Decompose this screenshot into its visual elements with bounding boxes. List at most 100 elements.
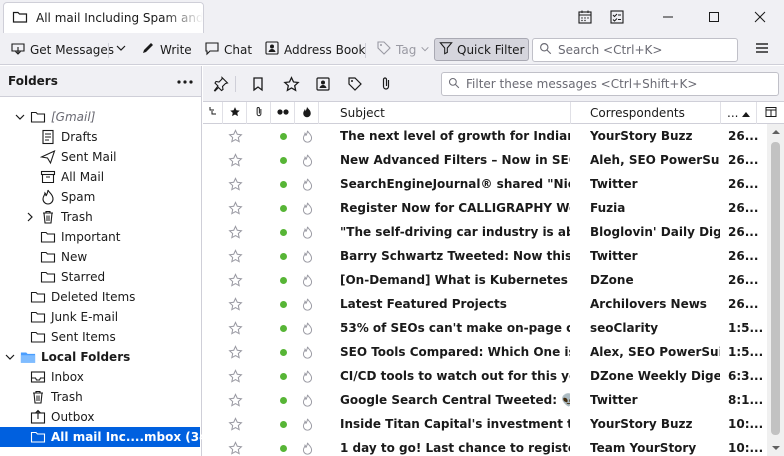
junk-status-icon[interactable] [299, 388, 315, 412]
column-subject[interactable]: Subject [319, 102, 571, 124]
junk-status-icon[interactable] [299, 364, 315, 388]
chat-button[interactable]: Chat [200, 38, 256, 61]
star-icon[interactable] [225, 388, 245, 412]
star-icon[interactable] [225, 220, 245, 244]
junk-status-icon[interactable] [299, 292, 315, 316]
get-messages-button[interactable]: Get Messages [6, 38, 118, 61]
message-row[interactable]: Register Now for CALLIGRAPHY Work... Fuzi… [203, 196, 767, 220]
folder-item[interactable]: Trash [0, 387, 200, 407]
message-row[interactable]: [On-Demand] What is Kubernetes secu... DZ… [203, 268, 767, 292]
unread-filter-icon[interactable] [248, 74, 268, 94]
unread-dot-icon[interactable] [277, 412, 289, 436]
scroll-thumb[interactable] [771, 142, 780, 435]
star-icon[interactable] [225, 292, 245, 316]
main-tab[interactable]: All mail Including Spam and Tra [3, 2, 204, 33]
folder-item[interactable]: Outbox [0, 407, 200, 427]
star-icon[interactable] [225, 268, 245, 292]
junk-status-icon[interactable] [299, 124, 315, 148]
column-picker[interactable] [757, 102, 784, 124]
star-icon[interactable] [225, 244, 245, 268]
maximize-icon[interactable] [706, 9, 722, 25]
folder-item[interactable]: [Gmail] [0, 107, 200, 127]
attachment-filter-icon[interactable] [376, 74, 396, 94]
starred-filter-icon[interactable] [281, 74, 301, 94]
app-menu-button[interactable] [750, 38, 774, 61]
quick-filter-button[interactable]: Quick Filter [434, 38, 530, 61]
folder-item[interactable]: New [0, 247, 200, 267]
unread-dot-icon[interactable] [277, 340, 289, 364]
column-star[interactable] [223, 102, 247, 124]
contact-filter-icon[interactable] [313, 74, 333, 94]
unread-dot-icon[interactable] [277, 124, 289, 148]
star-icon[interactable] [225, 436, 245, 456]
star-icon[interactable] [225, 124, 245, 148]
column-read[interactable] [271, 102, 295, 124]
star-icon[interactable] [225, 196, 245, 220]
message-row[interactable]: SearchEngineJournal® shared "Niche ... Tw… [203, 172, 767, 196]
unread-dot-icon[interactable] [277, 436, 289, 456]
message-row[interactable]: 53% of SEOs can't make on-page chan... se… [203, 316, 767, 340]
message-row[interactable]: Latest Featured Projects Archilovers News… [203, 292, 767, 316]
star-icon[interactable] [225, 412, 245, 436]
column-attachment[interactable] [247, 102, 271, 124]
tag-filter-icon[interactable] [345, 74, 365, 94]
message-list-scrollbar[interactable] [767, 124, 784, 456]
unread-dot-icon[interactable] [277, 268, 289, 292]
column-thread[interactable] [203, 102, 223, 124]
close-icon[interactable] [752, 9, 768, 25]
junk-status-icon[interactable] [299, 412, 315, 436]
unread-dot-icon[interactable] [277, 364, 289, 388]
folder-item[interactable]: Sent Mail [0, 147, 200, 167]
junk-status-icon[interactable] [299, 196, 315, 220]
junk-status-icon[interactable] [299, 340, 315, 364]
message-row[interactable]: "The self-driving car industry is abando… [203, 220, 767, 244]
message-row[interactable]: Google Search Central Tweeted: 👽... Twitt… [203, 388, 767, 412]
message-row[interactable]: 1 day to go! Last chance to register for… [203, 436, 767, 456]
write-button[interactable]: Write [136, 38, 196, 61]
unread-dot-icon[interactable] [277, 388, 289, 412]
address-book-button[interactable]: Address Book [260, 38, 369, 61]
folder-item[interactable]: Inbox [0, 367, 200, 387]
get-messages-dropdown[interactable] [111, 38, 131, 61]
junk-status-icon[interactable] [299, 316, 315, 340]
unread-dot-icon[interactable] [277, 220, 289, 244]
scroll-up-icon[interactable] [767, 124, 784, 140]
junk-status-icon[interactable] [299, 268, 315, 292]
folder-item[interactable]: All Mail [0, 167, 200, 187]
chevron-down-icon[interactable] [14, 111, 26, 123]
unread-dot-icon[interactable] [277, 316, 289, 340]
message-row[interactable]: New Advanced Filters – Now in SEO Po... A… [203, 148, 767, 172]
folder-item[interactable]: Trash [0, 207, 200, 227]
junk-status-icon[interactable] [299, 436, 315, 456]
message-row[interactable]: SEO Tools Compared: Which One is Rig... A… [203, 340, 767, 364]
pin-icon[interactable] [211, 74, 231, 94]
folder-item[interactable]: Sent Items [0, 327, 200, 347]
star-icon[interactable] [225, 364, 245, 388]
unread-dot-icon[interactable] [277, 292, 289, 316]
tag-button[interactable]: Tag [372, 38, 434, 61]
junk-status-icon[interactable] [299, 244, 315, 268]
minimize-icon[interactable] [660, 9, 676, 25]
folder-item[interactable]: Junk E-mail [0, 307, 200, 327]
scroll-down-icon[interactable] [767, 440, 784, 456]
folder-item[interactable]: Local Folders [0, 347, 200, 367]
filter-messages-input[interactable]: Filter these messages <Ctrl+Shift+K> [441, 72, 779, 96]
more-options-icon[interactable] [177, 74, 193, 88]
unread-dot-icon[interactable] [277, 172, 289, 196]
message-row[interactable]: Inside Titan Capital's investment thesis… [203, 412, 767, 436]
calendar-icon[interactable] [577, 9, 593, 25]
junk-status-icon[interactable] [299, 148, 315, 172]
star-icon[interactable] [225, 316, 245, 340]
chevron-right-icon[interactable] [24, 211, 36, 223]
column-junk[interactable] [295, 102, 319, 124]
star-icon[interactable] [225, 172, 245, 196]
folder-item[interactable]: Important [0, 227, 200, 247]
star-icon[interactable] [225, 340, 245, 364]
global-search-input[interactable]: Search <Ctrl+K> [532, 38, 738, 62]
tasks-icon[interactable] [609, 9, 625, 25]
folder-item[interactable]: Starred [0, 267, 200, 287]
chevron-down-icon[interactable] [4, 351, 16, 363]
folder-item[interactable]: All mail Inc....mbox (3453) [0, 427, 230, 447]
junk-status-icon[interactable] [299, 172, 315, 196]
message-row[interactable]: CI/CD tools to watch out for this year DZ… [203, 364, 767, 388]
